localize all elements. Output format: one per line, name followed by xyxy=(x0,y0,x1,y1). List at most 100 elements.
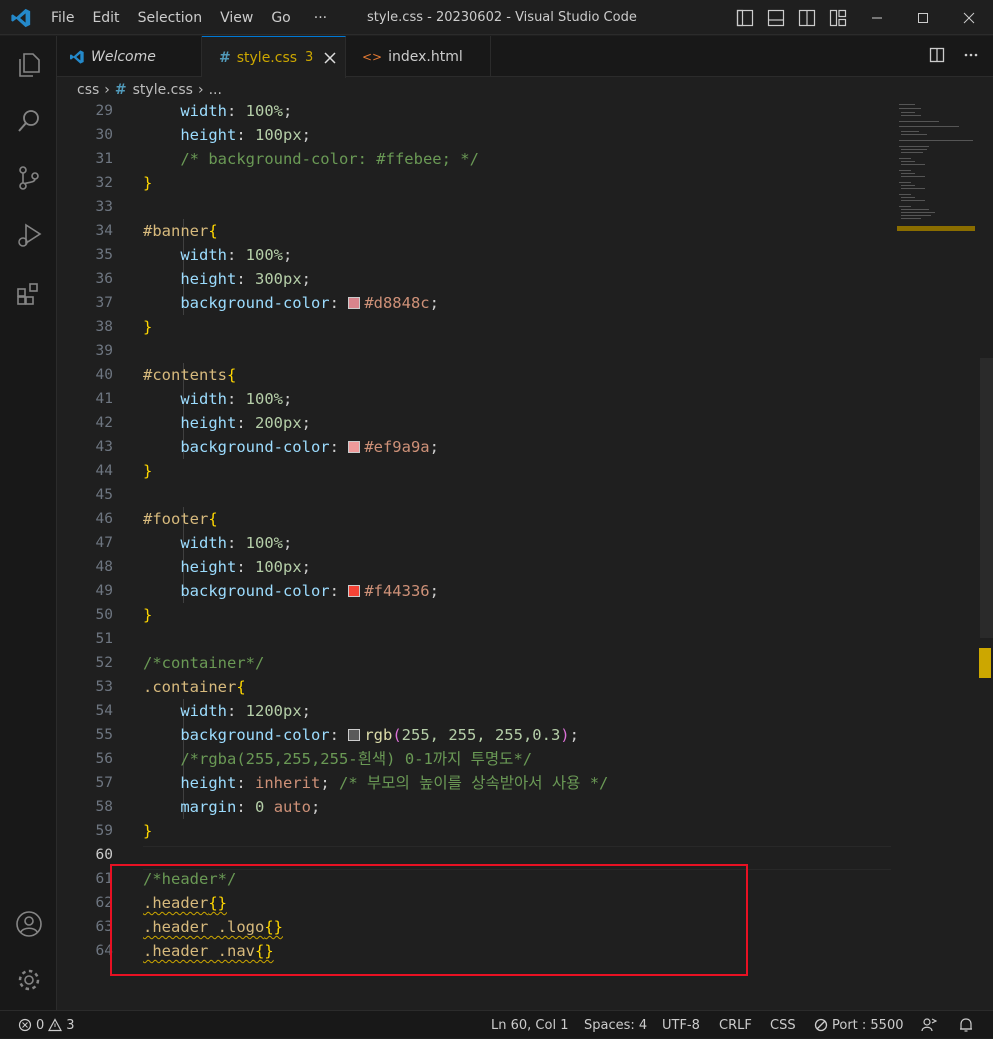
maximize-button[interactable] xyxy=(900,0,946,35)
code-line: /*rgba(255,255,255-흰색) 0-1까지 투명도*/ xyxy=(180,750,533,768)
code-line: background-color: rgb(255, 255, 255,0.3)… xyxy=(180,726,579,744)
more-actions-icon[interactable] xyxy=(963,47,979,63)
code-line: height: 100px; xyxy=(180,126,312,144)
explorer-button[interactable] xyxy=(0,41,57,89)
account-icon xyxy=(15,911,42,937)
color-swatch[interactable] xyxy=(348,729,361,741)
tab-style-css[interactable]: # style.css 3 xyxy=(202,36,346,78)
feedback-button[interactable] xyxy=(921,1011,937,1039)
editor-actions xyxy=(929,47,979,63)
live-server-status[interactable]: Port : 5500 xyxy=(814,1011,904,1039)
line-number: 57 xyxy=(95,775,113,791)
close-icon[interactable] xyxy=(324,51,336,64)
breadcrumb-file[interactable]: style.css xyxy=(133,82,193,98)
files-icon xyxy=(18,53,40,77)
breadcrumb-folder[interactable]: css xyxy=(77,82,99,98)
editor-tab-bar: Welcome # style.css 3 <> index.html xyxy=(57,36,993,78)
code-line: width: 100%; xyxy=(180,246,293,264)
code-line: } xyxy=(143,174,153,192)
line-number: 41 xyxy=(95,391,113,407)
line-number: 38 xyxy=(95,319,113,335)
warning-count: 3 xyxy=(66,1017,75,1033)
line-number: 31 xyxy=(95,151,113,167)
tab-index-html[interactable]: <> index.html xyxy=(346,36,491,77)
close-window-button[interactable] xyxy=(946,0,992,35)
toggle-panel-icon[interactable] xyxy=(767,9,785,27)
manage-button[interactable] xyxy=(0,956,57,1004)
menu-go[interactable]: Go xyxy=(262,10,299,26)
code-line: .container{ xyxy=(143,678,246,696)
minimize-button[interactable] xyxy=(854,0,900,35)
gear-icon xyxy=(18,969,39,991)
feedback-icon xyxy=(921,1018,937,1032)
minimap-slider[interactable] xyxy=(897,226,975,231)
toggle-secondary-sidebar-icon[interactable] xyxy=(798,9,816,27)
color-swatch[interactable] xyxy=(348,297,361,309)
end-of-line[interactable]: CRLF xyxy=(719,1011,752,1039)
search-button[interactable] xyxy=(0,97,57,145)
code-line: background-color: #f44336; xyxy=(180,582,439,600)
code-line: height: inherit; /* 부모의 높이를 상속받아서 사용 */ xyxy=(180,774,609,792)
line-number: 40 xyxy=(95,367,113,383)
toggle-primary-sidebar-icon[interactable] xyxy=(736,9,754,27)
language-mode[interactable]: CSS xyxy=(770,1011,796,1039)
title-bar: File Edit Selection View Go ··· style.cs… xyxy=(0,0,993,35)
breadcrumb-symbol[interactable]: ... xyxy=(209,82,222,98)
color-swatch[interactable] xyxy=(348,585,361,597)
problems-status[interactable]: 0 3 xyxy=(18,1011,75,1039)
layout-controls xyxy=(736,9,847,27)
minimap[interactable] xyxy=(897,102,975,242)
menu-selection[interactable]: Selection xyxy=(129,10,212,26)
no-entry-icon xyxy=(814,1018,828,1032)
encoding[interactable]: UTF-8 xyxy=(662,1011,700,1039)
extensions-button[interactable] xyxy=(0,270,57,318)
code-line: height: 100px; xyxy=(180,558,312,576)
error-count: 0 xyxy=(36,1017,45,1033)
code-line: width: 1200px; xyxy=(180,702,312,720)
tab-label: index.html xyxy=(388,48,463,65)
html-icon: <> xyxy=(362,49,383,64)
line-number: 45 xyxy=(95,487,113,503)
code-line: #contents{ xyxy=(143,366,237,384)
code-line: height: 300px; xyxy=(180,270,312,288)
status-bar: 0 3 Ln 60, Col 1 Spaces: 4 UTF-8 CRLF CS… xyxy=(0,1010,993,1038)
accounts-button[interactable] xyxy=(0,900,57,948)
source-control-button[interactable] xyxy=(0,154,57,202)
tab-label: Welcome xyxy=(91,48,156,65)
code-line: height: 200px; xyxy=(180,414,312,432)
line-number: 51 xyxy=(95,631,113,647)
code-line: width: 100%; xyxy=(180,390,293,408)
color-swatch[interactable] xyxy=(348,441,361,453)
line-number: 47 xyxy=(95,535,113,551)
menu-file[interactable]: File xyxy=(42,10,83,26)
tab-welcome[interactable]: Welcome xyxy=(57,36,202,77)
split-editor-icon[interactable] xyxy=(929,47,945,63)
menu-more[interactable]: ··· xyxy=(300,10,336,26)
code-line: margin: 0 auto; xyxy=(180,798,321,816)
vertical-scrollbar[interactable] xyxy=(978,102,993,1010)
cursor-position[interactable]: Ln 60, Col 1 xyxy=(491,1011,568,1039)
line-number: 59 xyxy=(95,823,113,839)
run-debug-button[interactable] xyxy=(0,211,57,259)
customize-layout-icon[interactable] xyxy=(829,9,847,27)
line-number: 44 xyxy=(95,463,113,479)
line-number: 52 xyxy=(95,655,113,671)
line-number: 43 xyxy=(95,439,113,455)
indentation[interactable]: Spaces: 4 xyxy=(584,1011,647,1039)
line-number: 36 xyxy=(95,271,113,287)
line-number: 30 xyxy=(95,127,113,143)
line-number: 34 xyxy=(95,223,113,239)
code-line: background-color: #ef9a9a; xyxy=(180,438,439,456)
scrollbar-thumb[interactable] xyxy=(980,358,993,638)
line-number: 35 xyxy=(95,247,113,263)
notifications-button[interactable] xyxy=(958,1011,974,1039)
port-label: Port : 5500 xyxy=(832,1017,904,1033)
menu-view[interactable]: View xyxy=(211,10,262,26)
line-number: 48 xyxy=(95,559,113,575)
line-number: 32 xyxy=(95,175,113,191)
line-number: 63 xyxy=(95,919,113,935)
menu-edit[interactable]: Edit xyxy=(83,10,128,26)
code-line: } xyxy=(143,318,153,336)
source-control-icon xyxy=(18,166,39,190)
code-line: } xyxy=(143,462,153,480)
